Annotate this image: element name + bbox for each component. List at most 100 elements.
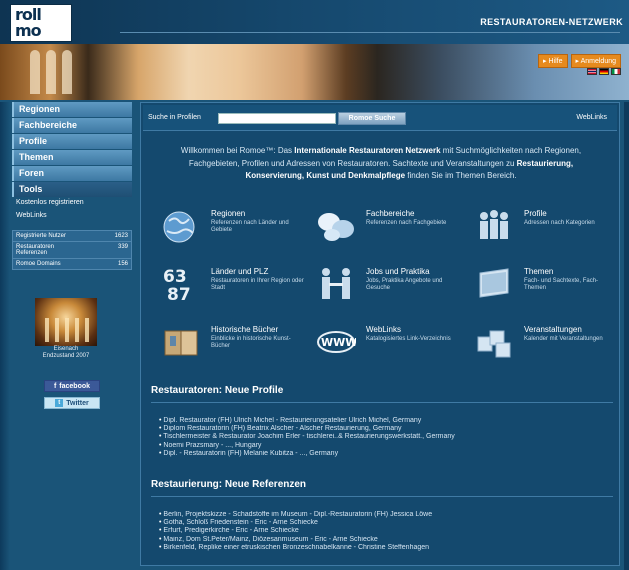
list-item[interactable]: Gotha, Schloß Friedenstein - Eric - Arne…: [159, 519, 609, 527]
banner-arch: [46, 50, 56, 94]
stats-row: Restauratoren Referenzen 339: [13, 242, 131, 259]
network-title: RESTAURATOREN-NETZWERK: [480, 17, 623, 27]
list-item[interactable]: Berlin, Projektskizze - Schadstoffe im M…: [159, 511, 609, 519]
calendar-icon: [477, 330, 511, 358]
tile-historische-buecher[interactable]: Historische Bücher Einblicke in historis…: [161, 323, 311, 367]
list-item[interactable]: Noemi Prazsmary - ..., Hungary: [159, 442, 609, 450]
left-shadow: [0, 102, 10, 570]
tile-subtitle: Adressen nach Kategorien: [524, 220, 595, 226]
tile-laender-plz[interactable]: 63 87 Länder und PLZ Restauratoren in Ihr…: [161, 265, 311, 309]
tile-subtitle: Katalogisiertes Link-Verzeichnis: [366, 336, 451, 342]
romoe-logo[interactable]: roll mo: [10, 4, 72, 42]
header: roll mo RESTAURATOREN-NETZWERK: [0, 0, 629, 44]
tile-subtitle: Referenzen nach Länder und Gebiete: [211, 220, 289, 233]
tile-title: Fachbereiche: [366, 209, 415, 218]
references-list: Berlin, Projektskizze - Schadstoffe im M…: [159, 511, 609, 552]
login-button[interactable]: ▸ Anmeldung: [570, 54, 621, 68]
photo-column: [45, 318, 49, 342]
logo-line-2: mo: [15, 21, 42, 40]
list-item[interactable]: Diplom Restauratorin (FH) Beatrix Alsche…: [159, 425, 609, 433]
stat-label: Restauratoren Referenzen: [16, 244, 55, 256]
bubbles-icon: [318, 213, 354, 241]
stats-row: Romoe Domains 156: [13, 259, 131, 269]
tile-title: Länder und PLZ: [211, 267, 269, 276]
twitter-button[interactable]: t Twitter: [44, 397, 100, 409]
tile-title: Themen: [524, 267, 554, 276]
tile-subtitle: Einblicke in historische Kunst-Bücher: [211, 336, 291, 349]
nav-fachbereiche[interactable]: Fachbereiche: [12, 118, 132, 133]
german-flag-icon[interactable]: [599, 68, 609, 75]
tile-fachbereiche[interactable]: Fachbereiche Referenzen nach Fachgebiete: [316, 207, 466, 251]
list-item[interactable]: Dipl. Restaurator (FH) Ulrich Michel - R…: [159, 417, 609, 425]
stat-label: Romoe Domains: [16, 261, 61, 267]
nav-profile[interactable]: Profile: [12, 134, 132, 149]
nav-themen[interactable]: Themen: [12, 150, 132, 165]
tile-title: Historische Bücher: [211, 325, 279, 334]
main-navigation: Regionen Fachbereiche Profile Themen For…: [12, 102, 132, 198]
search-button[interactable]: Romoe Suche: [338, 112, 406, 125]
globe-icon: [163, 211, 195, 243]
photo-column: [65, 318, 69, 342]
weblinks-link[interactable]: WebLinks: [12, 209, 132, 222]
handshake-icon: [322, 268, 350, 299]
right-edge: [624, 102, 629, 570]
tile-veranstaltungen[interactable]: Veranstaltungen Kalender mit Veranstaltu…: [474, 323, 624, 367]
header-banner-image: [0, 44, 629, 100]
main-content: Suche in Profilen Romoe Suche WebLinks W…: [140, 102, 620, 566]
photo-column: [85, 318, 89, 342]
www-icon: WWW: [317, 331, 356, 353]
search-input[interactable]: [218, 113, 336, 124]
svg-text:87: 87: [167, 285, 191, 303]
tile-title: Regionen: [211, 209, 246, 218]
photo-caption: Eisenach Endzustand 2007: [28, 346, 104, 360]
facebook-label: facebook: [59, 382, 91, 390]
tile-subtitle: Kalender mit Veranstaltungen: [524, 336, 603, 342]
stats-row: Registrierte Nutzer 1623: [13, 231, 131, 242]
weblinks-top-link[interactable]: WebLinks: [576, 114, 607, 121]
references-heading: Restaurierung: Neue Referenzen: [151, 479, 613, 497]
profiles-heading: Restauratoren: Neue Profile: [151, 385, 613, 403]
tile-subtitle: Jobs, Praktika Angebote und Gesuche: [366, 278, 443, 291]
list-item[interactable]: Erfurt, Predigerkirche - Eric - Arne Sch…: [159, 527, 609, 535]
help-button[interactable]: ▸ Hilfe: [538, 54, 568, 68]
stat-value: 1623: [114, 233, 128, 239]
page: roll mo RESTAURATOREN-NETZWERK ▸ Hilfe ▸…: [0, 0, 629, 570]
intro-bold: Internationale Restauratoren Netzwerk: [294, 146, 441, 155]
list-item[interactable]: Dipl. - Restauratorin (FH) Melanie Kubit…: [159, 450, 609, 458]
tile-profile[interactable]: Profile Adressen nach Kategorien: [474, 207, 624, 251]
twitter-icon: t: [55, 399, 64, 407]
header-actions: ▸ Hilfe ▸ Anmeldung: [538, 54, 621, 68]
stat-value: 156: [117, 261, 128, 267]
photo-caption-line-1: Eisenach: [53, 346, 79, 352]
people-icon: [480, 210, 508, 239]
list-item[interactable]: Tischlermeister & Restaurator Joachim Er…: [159, 433, 609, 441]
banner-arch: [30, 50, 40, 94]
eisenach-photo[interactable]: [35, 298, 97, 346]
tile-jobs[interactable]: Jobs und Praktika Jobs, Praktika Angebot…: [316, 265, 466, 309]
search-label: Suche in Profilen: [148, 114, 201, 121]
login-label: Anmeldung: [580, 58, 616, 65]
intro-text: Willkommen bei Romoe™: Das International…: [161, 145, 601, 183]
list-item[interactable]: Birkenfeld, Replike einer etruskischen B…: [159, 544, 609, 552]
board-icon: [479, 268, 509, 298]
register-link[interactable]: Kostenlos registrieren: [12, 196, 132, 209]
english-flag-icon[interactable]: [587, 68, 597, 75]
tile-regionen[interactable]: Regionen Referenzen nach Länder und Gebi…: [161, 207, 311, 251]
list-item[interactable]: Mainz, Dom St.Peter/Mainz, Diözesanmuseu…: [159, 536, 609, 544]
photo-column: [75, 318, 79, 342]
banner-arch: [62, 50, 72, 94]
nav-regionen[interactable]: Regionen: [12, 102, 132, 117]
svg-text:63: 63: [163, 267, 187, 287]
help-label: Hilfe: [548, 58, 563, 65]
tile-weblinks[interactable]: WWW WebLinks Katalogisiertes Link-Verzei…: [316, 323, 466, 367]
books-icon: [164, 330, 198, 356]
profiles-list: Dipl. Restaurator (FH) Ulrich Michel - R…: [159, 417, 609, 458]
nav-tools[interactable]: Tools: [12, 182, 132, 197]
numbers-icon: 6387: [163, 267, 191, 303]
nav-foren[interactable]: Foren: [12, 166, 132, 181]
facebook-button[interactable]: f facebook: [44, 380, 100, 392]
tile-subtitle: Fach- und Sachtexte, Fach-Themen: [524, 278, 599, 291]
italian-flag-icon[interactable]: [611, 68, 621, 75]
tile-themen[interactable]: Themen Fach- und Sachtexte, Fach-Themen: [474, 265, 624, 309]
intro-part: Willkommen bei Romoe™: Das: [180, 146, 295, 155]
